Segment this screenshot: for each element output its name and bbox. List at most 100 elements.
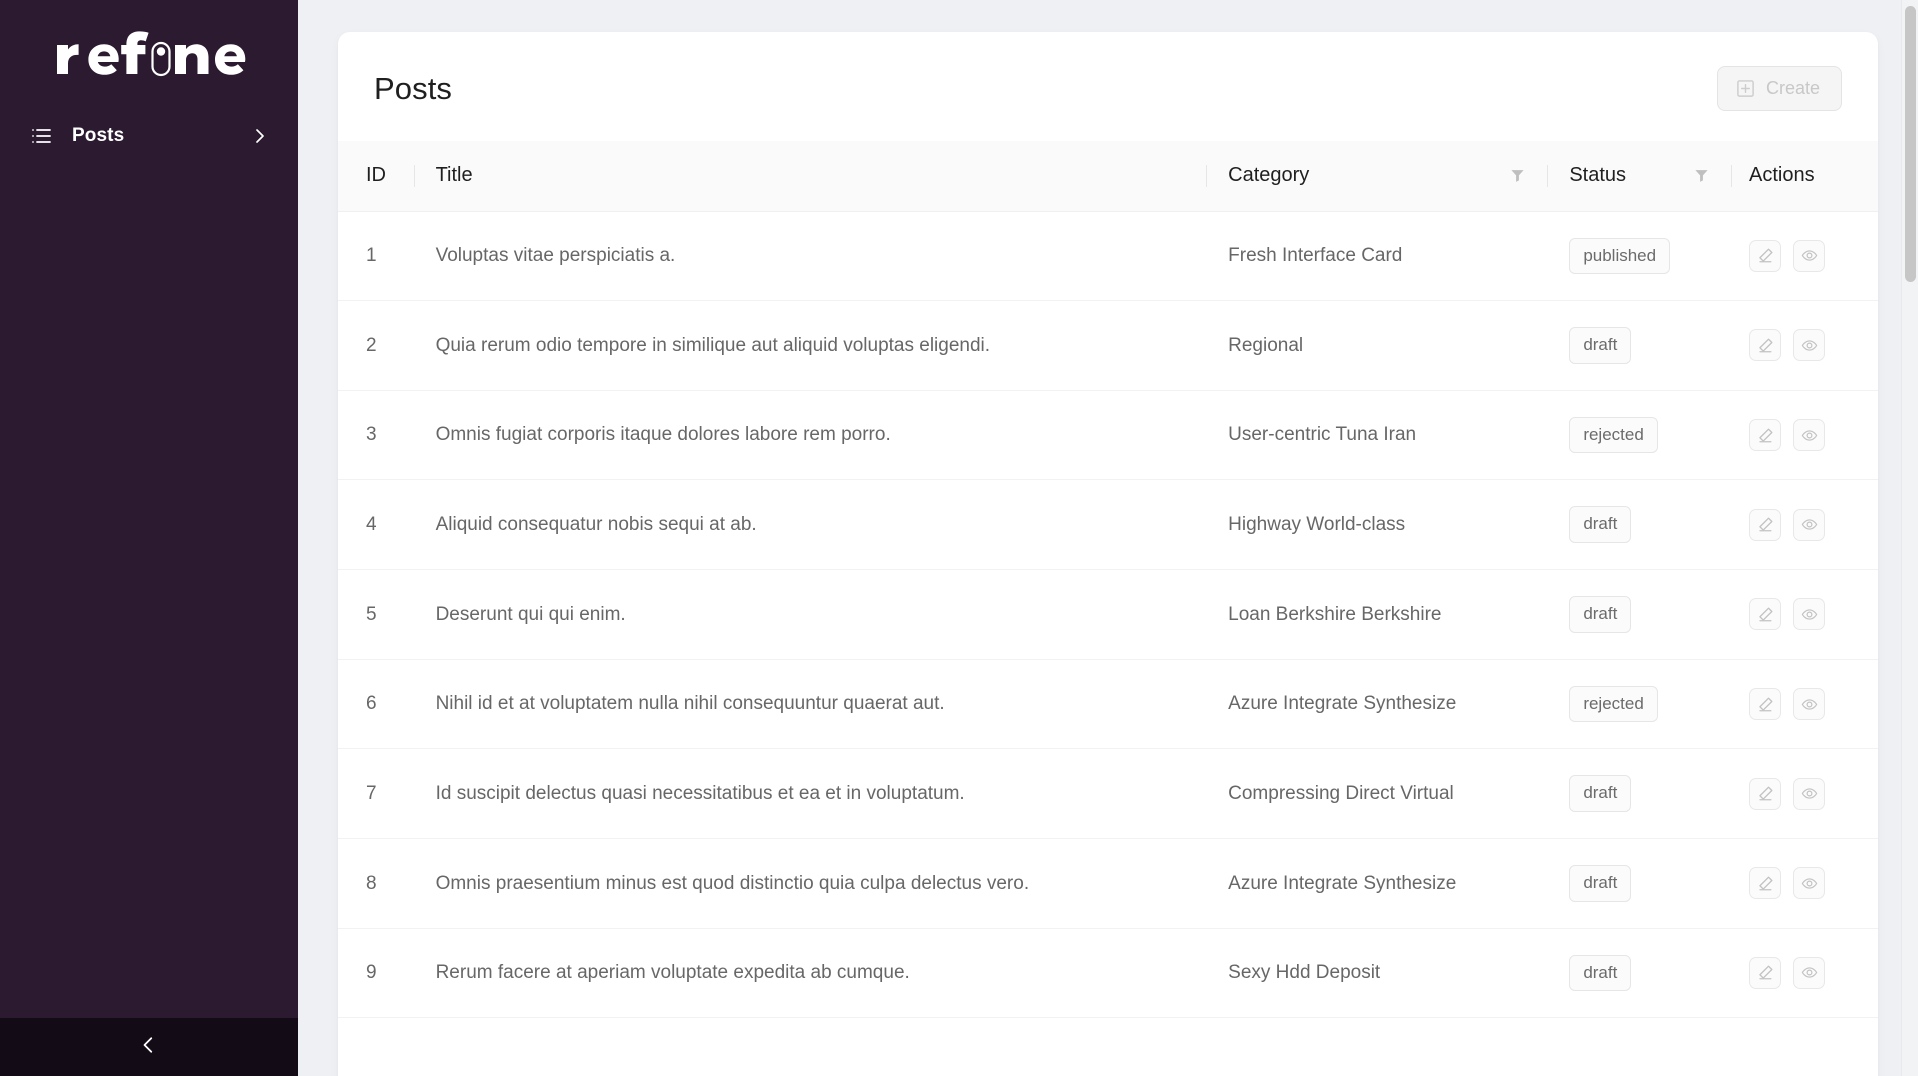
- app-root: Posts Posts: [0, 0, 1918, 1076]
- show-icon[interactable]: [1793, 419, 1825, 451]
- filter-funnel-icon[interactable]: [1510, 168, 1525, 183]
- status-badge: draft: [1569, 955, 1631, 992]
- table-row[interactable]: 5Deserunt qui qui enim.Loan Berkshire Be…: [338, 570, 1878, 660]
- status-badge: draft: [1569, 596, 1631, 633]
- cell-category: Sexy Hdd Deposit: [1206, 928, 1547, 1018]
- cell-category: Regional: [1206, 301, 1547, 391]
- cell-id: 5: [338, 570, 414, 660]
- cell-status: draft: [1547, 838, 1731, 928]
- cell-category: Azure Integrate Synthesize: [1206, 659, 1547, 749]
- table-header-row: ID Title Category: [338, 141, 1878, 211]
- table-row[interactable]: 6Nihil id et at voluptatem nulla nihil c…: [338, 659, 1878, 749]
- table-row[interactable]: 2Quia rerum odio tempore in similique au…: [338, 301, 1878, 391]
- column-header-id[interactable]: ID: [338, 141, 414, 211]
- list-icon: [30, 125, 52, 147]
- main-content: Posts Create ID: [298, 0, 1918, 1076]
- cell-actions: [1731, 211, 1878, 301]
- cell-id: 9: [338, 928, 414, 1018]
- cell-status: draft: [1547, 301, 1731, 391]
- show-icon[interactable]: [1793, 778, 1825, 810]
- cell-title: Rerum facere at aperiam voluptate expedi…: [414, 928, 1207, 1018]
- cell-actions: [1731, 480, 1878, 570]
- status-badge: draft: [1569, 865, 1631, 902]
- cell-title: Voluptas vitae perspiciatis a.: [414, 211, 1207, 301]
- cell-category: Compressing Direct Virtual: [1206, 749, 1547, 839]
- table-row[interactable]: 7Id suscipit delectus quasi necessitatib…: [338, 749, 1878, 839]
- status-badge: rejected: [1569, 417, 1657, 454]
- page-scrollbar[interactable]: [1901, 0, 1918, 1076]
- cell-title: Id suscipit delectus quasi necessitatibu…: [414, 749, 1207, 839]
- edit-icon[interactable]: [1749, 329, 1781, 361]
- edit-icon[interactable]: [1749, 240, 1781, 272]
- column-header-label: Title: [436, 164, 473, 187]
- status-badge: draft: [1569, 506, 1631, 543]
- plus-square-icon: [1736, 79, 1755, 98]
- posts-card: Posts Create ID: [338, 32, 1878, 1076]
- cell-category: Azure Integrate Synthesize: [1206, 838, 1547, 928]
- cell-category: Highway World-class: [1206, 480, 1547, 570]
- refine-logo-icon: [49, 29, 249, 79]
- status-badge: draft: [1569, 327, 1631, 364]
- sidebar-collapse-button[interactable]: [0, 1018, 298, 1076]
- chevron-right-icon: [250, 126, 270, 146]
- column-header-title[interactable]: Title: [414, 141, 1207, 211]
- filter-funnel-icon[interactable]: [1694, 168, 1709, 183]
- edit-icon[interactable]: [1749, 778, 1781, 810]
- column-header-label: Category: [1228, 164, 1309, 187]
- cell-status: draft: [1547, 928, 1731, 1018]
- cell-title: Omnis fugiat corporis itaque dolores lab…: [414, 390, 1207, 480]
- cell-id: 7: [338, 749, 414, 839]
- table-row[interactable]: 4Aliquid consequatur nobis sequi at ab.H…: [338, 480, 1878, 570]
- edit-icon[interactable]: [1749, 867, 1781, 899]
- cell-status: rejected: [1547, 390, 1731, 480]
- column-header-label: Actions: [1749, 164, 1815, 187]
- cell-title: Omnis praesentium minus est quod distinc…: [414, 838, 1207, 928]
- cell-actions: [1731, 390, 1878, 480]
- scrollbar-thumb[interactable]: [1905, 6, 1916, 282]
- table-row[interactable]: 3Omnis fugiat corporis itaque dolores la…: [338, 390, 1878, 480]
- cell-title: Aliquid consequatur nobis sequi at ab.: [414, 480, 1207, 570]
- table-head: ID Title Category: [338, 141, 1878, 211]
- page-title: Posts: [374, 71, 452, 107]
- chevron-left-icon: [140, 1036, 158, 1059]
- cell-status: published: [1547, 211, 1731, 301]
- edit-icon[interactable]: [1749, 957, 1781, 989]
- show-icon[interactable]: [1793, 688, 1825, 720]
- cell-category: Fresh Interface Card: [1206, 211, 1547, 301]
- edit-icon[interactable]: [1749, 419, 1781, 451]
- show-icon[interactable]: [1793, 867, 1825, 899]
- edit-icon[interactable]: [1749, 598, 1781, 630]
- cell-category: Loan Berkshire Berkshire: [1206, 570, 1547, 660]
- table-row[interactable]: 9Rerum facere at aperiam voluptate exped…: [338, 928, 1878, 1018]
- show-icon[interactable]: [1793, 598, 1825, 630]
- table-row[interactable]: 1Voluptas vitae perspiciatis a.Fresh Int…: [338, 211, 1878, 301]
- show-icon[interactable]: [1793, 329, 1825, 361]
- cell-actions: [1731, 570, 1878, 660]
- sidebar-item-label: Posts: [72, 125, 230, 147]
- cell-actions: [1731, 301, 1878, 391]
- sidebar: Posts: [0, 0, 298, 1076]
- cell-status: rejected: [1547, 659, 1731, 749]
- status-badge: rejected: [1569, 686, 1657, 723]
- show-icon[interactable]: [1793, 957, 1825, 989]
- column-header-category[interactable]: Category: [1206, 141, 1547, 211]
- cell-actions: [1731, 659, 1878, 749]
- column-header-status[interactable]: Status: [1547, 141, 1731, 211]
- brand-logo[interactable]: [0, 0, 298, 100]
- cell-id: 2: [338, 301, 414, 391]
- create-button-label: Create: [1766, 78, 1820, 99]
- posts-table: ID Title Category: [338, 141, 1878, 1018]
- show-icon[interactable]: [1793, 240, 1825, 272]
- sidebar-item-posts[interactable]: Posts: [0, 108, 298, 164]
- cell-status: draft: [1547, 749, 1731, 839]
- edit-icon[interactable]: [1749, 688, 1781, 720]
- table-row[interactable]: 8Omnis praesentium minus est quod distin…: [338, 838, 1878, 928]
- edit-icon[interactable]: [1749, 509, 1781, 541]
- cell-title: Quia rerum odio tempore in similique aut…: [414, 301, 1207, 391]
- show-icon[interactable]: [1793, 509, 1825, 541]
- create-button[interactable]: Create: [1717, 66, 1842, 111]
- cell-title: Nihil id et at voluptatem nulla nihil co…: [414, 659, 1207, 749]
- sidebar-menu: Posts: [0, 100, 298, 1018]
- cell-id: 6: [338, 659, 414, 749]
- cell-id: 8: [338, 838, 414, 928]
